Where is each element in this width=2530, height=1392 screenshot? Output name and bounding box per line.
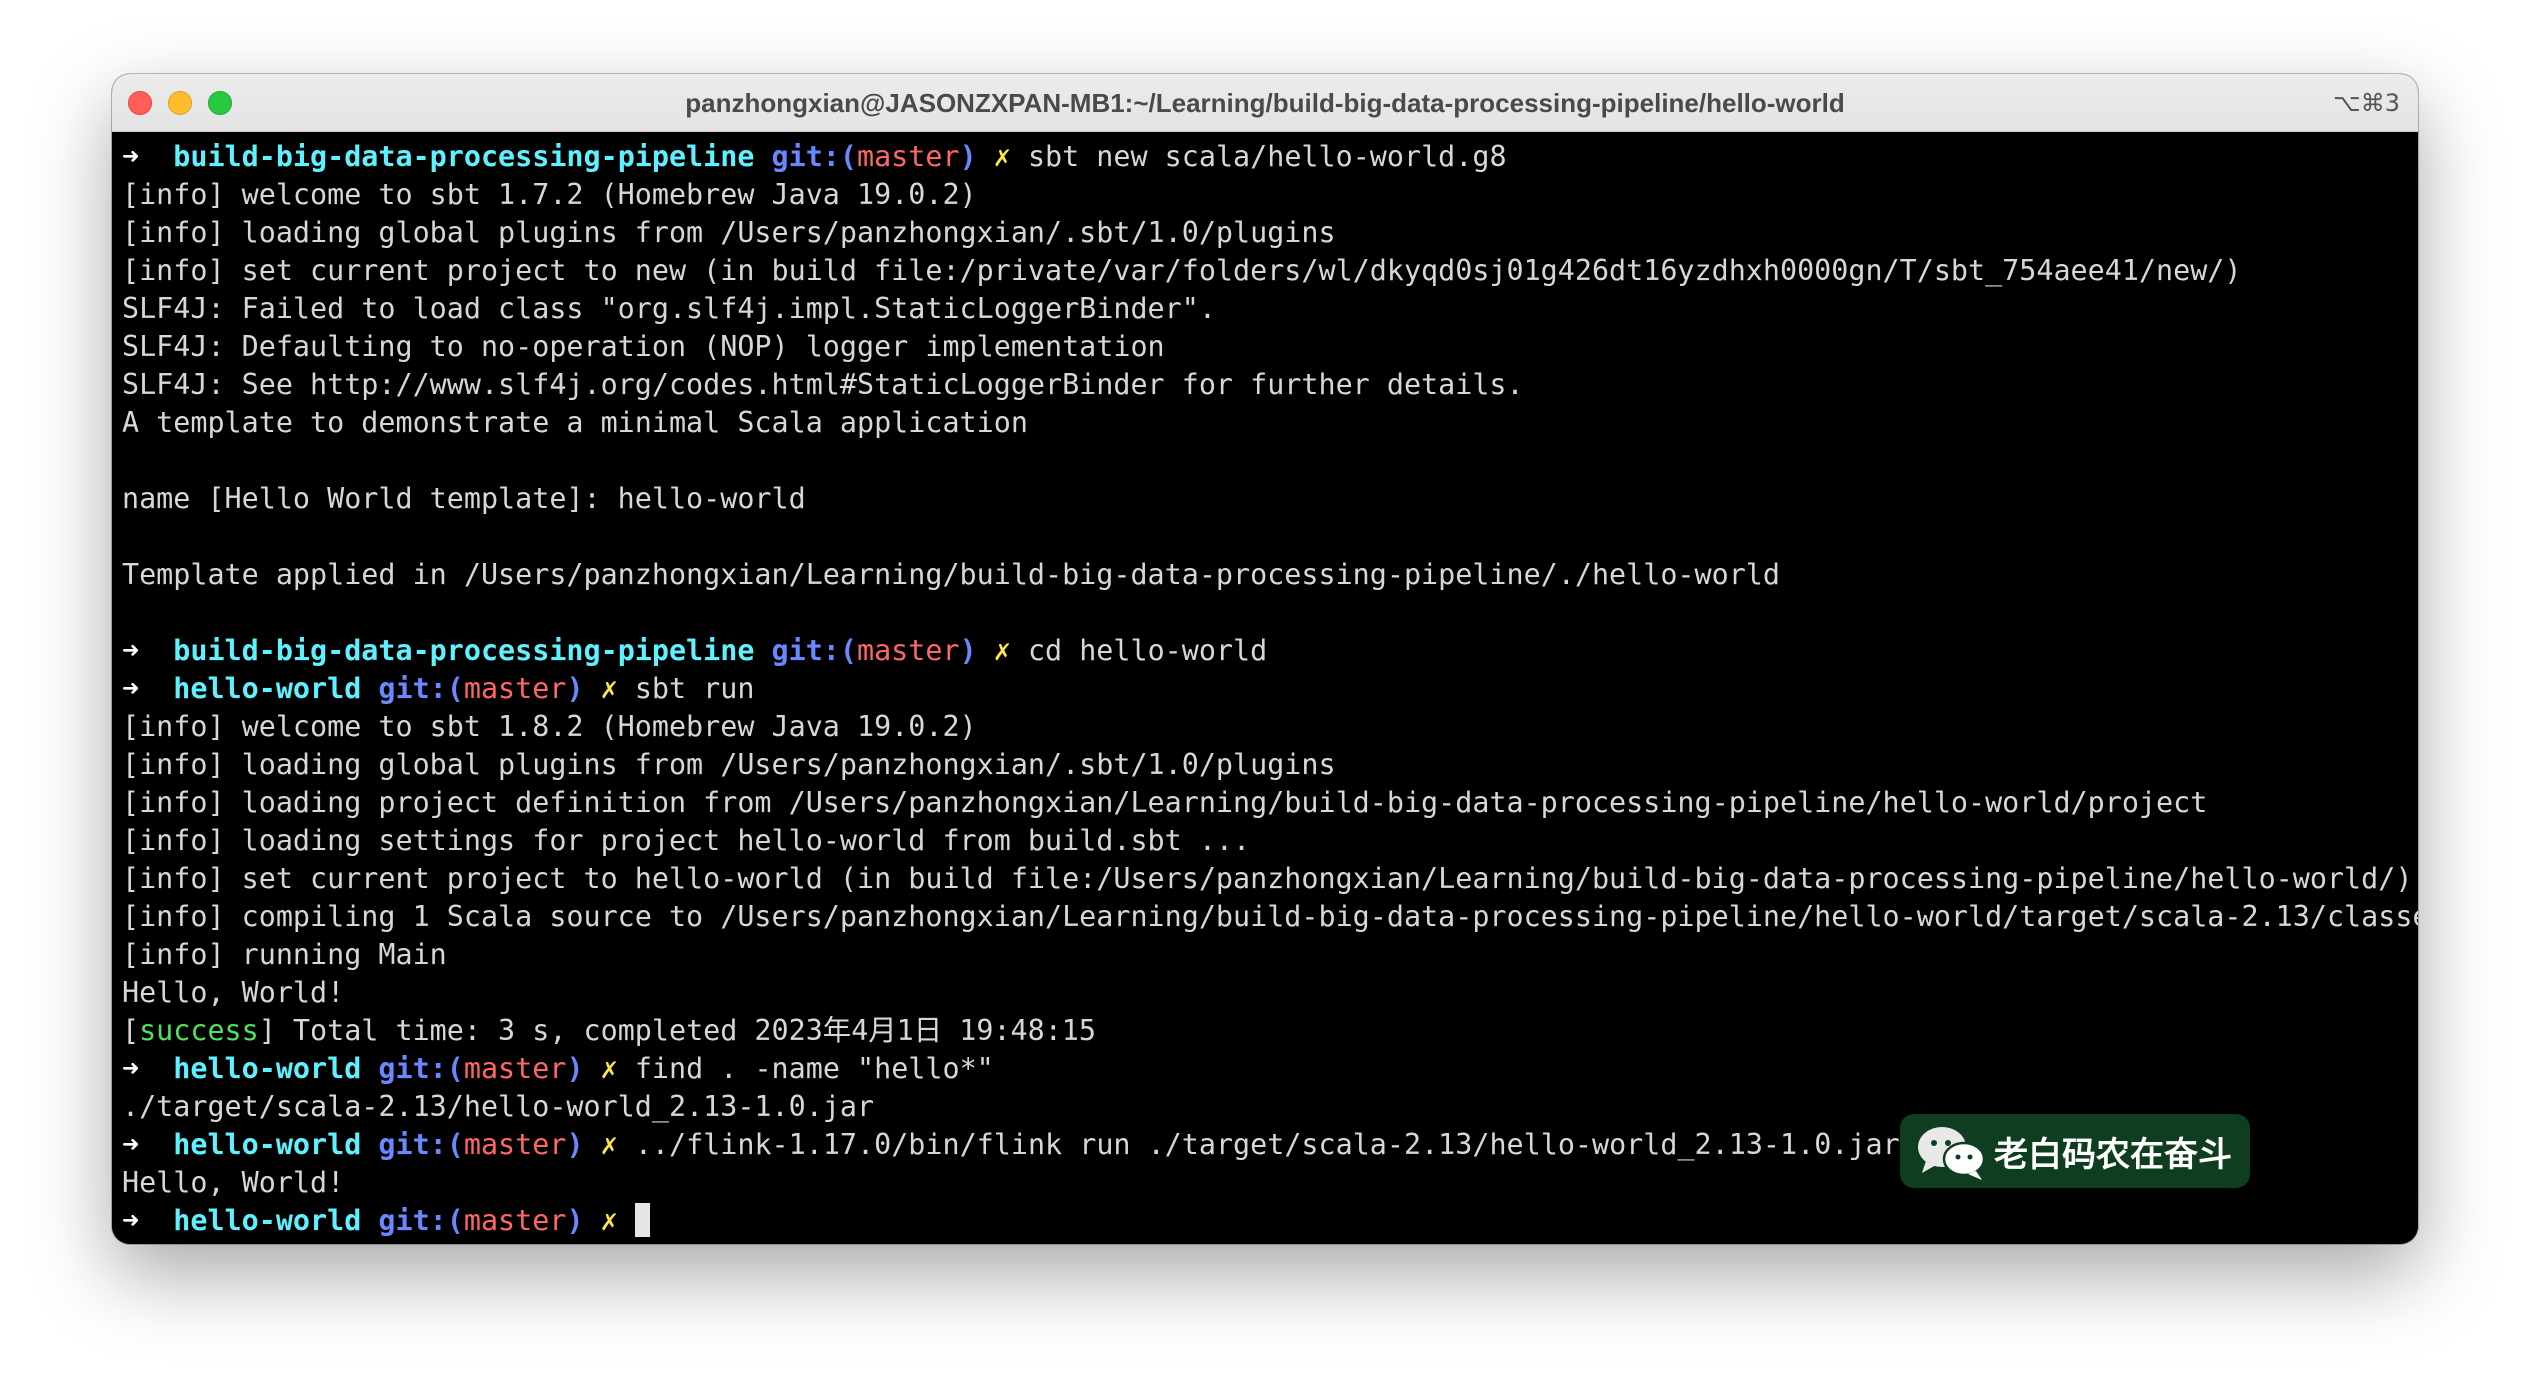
wechat-icon (1918, 1127, 1986, 1180)
output-line: [info] loading global plugins from /User… (122, 748, 1336, 781)
output-line: SLF4J: Defaulting to no-operation (NOP) … (122, 330, 1165, 363)
success-tag: success (139, 1014, 259, 1047)
prompt-arrow-icon: ➜ (122, 1204, 140, 1237)
output-line: [info] loading project definition from /… (122, 786, 2208, 819)
prompt-line: ➜ build-big-data-processing-pipeline git… (122, 632, 2408, 670)
prompt-directory: build-big-data-processing-pipeline (173, 634, 755, 667)
window-shortcut: ⌥⌘3 (2333, 89, 2400, 117)
output-line: Hello, World! (122, 976, 345, 1009)
success-line: [success] Total time: 3 s, completed 202… (122, 1012, 2408, 1050)
git-branch: master (463, 672, 567, 705)
dirty-marker-icon: ✗ (993, 140, 1011, 173)
output-line: [info] running Main (122, 938, 447, 971)
git-prefix: git:( (378, 1052, 464, 1085)
output-line: [info] set current project to hello-worl… (122, 862, 2413, 895)
prompt-line: ➜ hello-world git:(master) ✗ find . -nam… (122, 1050, 2408, 1088)
dirty-marker-icon: ✗ (600, 1204, 618, 1237)
output-line: name [Hello World template]: hello-world (122, 482, 806, 515)
output-line: [info] welcome to sbt 1.7.2 (Homebrew Ja… (122, 178, 977, 211)
terminal-window: panzhongxian@JASONZXPAN-MB1:~/Learning/b… (112, 74, 2418, 1244)
output-line: SLF4J: See http://www.slf4j.org/codes.ht… (122, 368, 1524, 401)
window-title: panzhongxian@JASONZXPAN-MB1:~/Learning/b… (685, 88, 1845, 118)
output-line: A template to demonstrate a minimal Scal… (122, 406, 1028, 439)
prompt-arrow-icon: ➜ (122, 140, 140, 173)
dirty-marker-icon: ✗ (993, 634, 1011, 667)
git-prefix: git:( (771, 140, 857, 173)
prompt-directory: hello-world (173, 1052, 362, 1085)
output-line: [info] welcome to sbt 1.8.2 (Homebrew Ja… (122, 710, 977, 743)
watermark-text: 老白码农在奋斗 (1994, 1134, 2232, 1175)
command-text: cd hello-world (1027, 634, 1268, 667)
output-line: [info] loading settings for project hell… (122, 824, 1251, 857)
command-text: ../flink-1.17.0/bin/flink run ./target/s… (634, 1128, 1900, 1161)
command-text: sbt new scala/hello-world.g8 (1027, 140, 1507, 173)
command-text: find . -name "hello*" (634, 1052, 994, 1085)
prompt-line: ➜ build-big-data-processing-pipeline git… (122, 138, 2408, 176)
output-line: [info] compiling 1 Scala source to /User… (122, 900, 2418, 933)
output-line: SLF4J: Failed to load class "org.slf4j.i… (122, 292, 1216, 325)
git-prefix: git:( (378, 672, 464, 705)
dirty-marker-icon: ✗ (600, 1128, 618, 1161)
terminal-content[interactable]: ➜ build-big-data-processing-pipeline git… (112, 132, 2418, 1244)
output-line: Template applied in /Users/panzhongxian/… (122, 558, 1780, 591)
prompt-arrow-icon: ➜ (122, 1128, 140, 1161)
prompt-line: ➜ hello-world git:(master) ✗ sbt run (122, 670, 2408, 708)
watermark-badge: 老白码农在奋斗 (1900, 1114, 2250, 1188)
prompt-arrow-icon: ➜ (122, 1052, 140, 1085)
success-message: Total time: 3 s, completed 2023年4月1日 19:… (275, 1014, 1096, 1047)
prompt-directory: build-big-data-processing-pipeline (173, 140, 755, 173)
prompt-arrow-icon: ➜ (122, 634, 140, 667)
git-branch: master (857, 634, 960, 667)
text-cursor (634, 1203, 650, 1237)
prompt-directory: hello-world (173, 672, 362, 705)
git-prefix: git:( (378, 1128, 464, 1161)
title-bar[interactable]: panzhongxian@JASONZXPAN-MB1:~/Learning/b… (112, 74, 2418, 132)
output-line: [info] set current project to new (in bu… (122, 254, 2242, 287)
git-suffix: ) (566, 672, 584, 705)
git-suffix: ) (959, 634, 977, 667)
prompt-directory: hello-world (173, 1128, 362, 1161)
prompt-arrow-icon: ➜ (122, 672, 140, 705)
prompt-line-current[interactable]: ➜ hello-world git:(master) ✗ (122, 1202, 2408, 1240)
git-branch: master (463, 1052, 567, 1085)
git-branch: master (463, 1204, 567, 1237)
success-bracket-open: [ (122, 1014, 140, 1047)
command-text: sbt run (634, 672, 755, 705)
git-prefix: git:( (378, 1204, 464, 1237)
git-prefix: git:( (771, 634, 857, 667)
git-suffix: ) (959, 140, 977, 173)
dirty-marker-icon: ✗ (600, 1052, 618, 1085)
git-branch: master (857, 140, 960, 173)
dirty-marker-icon: ✗ (600, 672, 618, 705)
prompt-directory: hello-world (173, 1204, 362, 1237)
output-line: [info] loading global plugins from /User… (122, 216, 1336, 249)
git-branch: master (463, 1128, 567, 1161)
git-suffix: ) (566, 1052, 584, 1085)
git-suffix: ) (566, 1204, 584, 1237)
git-suffix: ) (566, 1128, 584, 1161)
success-bracket-close: ] (258, 1014, 276, 1047)
